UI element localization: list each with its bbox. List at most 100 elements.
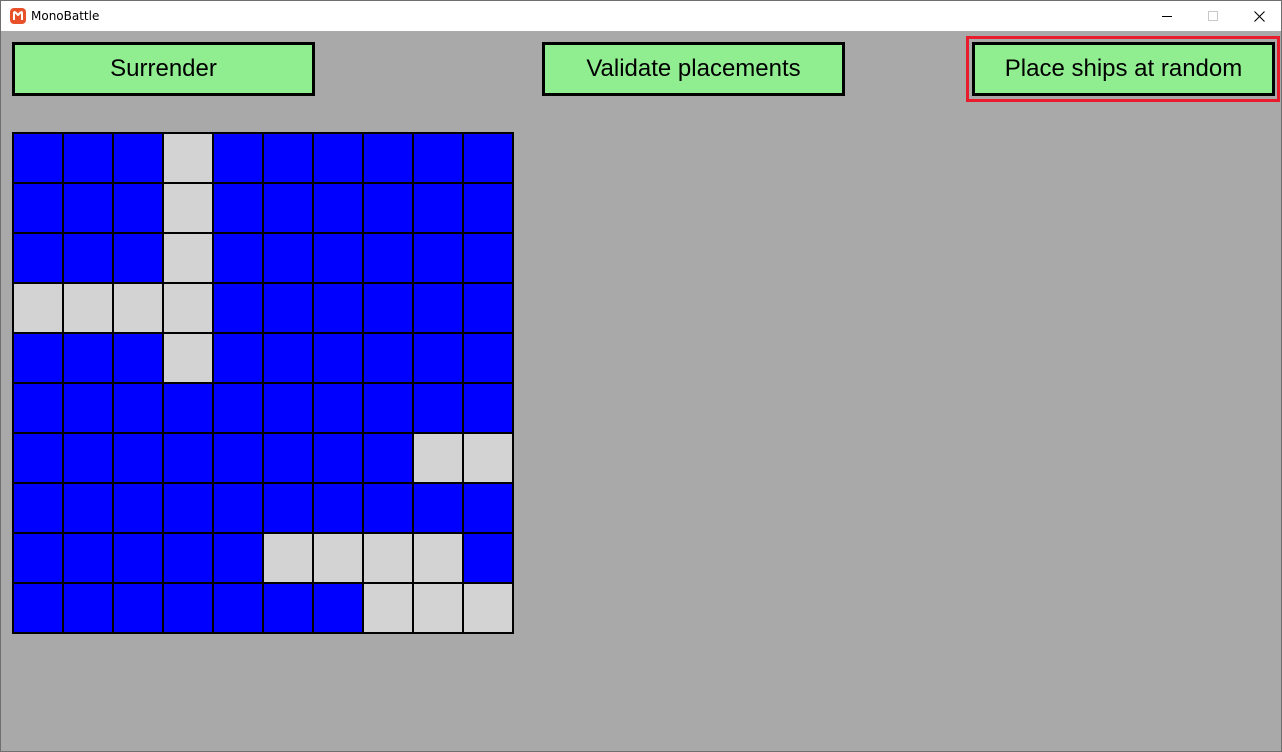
validate-placements-button[interactable]: Validate placements bbox=[542, 42, 845, 96]
water-cell[interactable] bbox=[464, 484, 512, 532]
ship-cell[interactable] bbox=[114, 284, 162, 332]
maximize-button[interactable] bbox=[1190, 1, 1236, 31]
ship-cell[interactable] bbox=[464, 584, 512, 632]
water-cell[interactable] bbox=[114, 434, 162, 482]
water-cell[interactable] bbox=[464, 384, 512, 432]
water-cell[interactable] bbox=[14, 134, 62, 182]
water-cell[interactable] bbox=[314, 134, 362, 182]
water-cell[interactable] bbox=[264, 184, 312, 232]
water-cell[interactable] bbox=[264, 134, 312, 182]
water-cell[interactable] bbox=[114, 534, 162, 582]
water-cell[interactable] bbox=[464, 184, 512, 232]
water-cell[interactable] bbox=[364, 234, 412, 282]
water-cell[interactable] bbox=[164, 534, 212, 582]
water-cell[interactable] bbox=[114, 234, 162, 282]
water-cell[interactable] bbox=[314, 234, 362, 282]
ship-cell[interactable] bbox=[164, 334, 212, 382]
ship-cell[interactable] bbox=[164, 284, 212, 332]
water-cell[interactable] bbox=[14, 334, 62, 382]
ship-cell[interactable] bbox=[414, 434, 462, 482]
place-ships-random-button[interactable]: Place ships at random bbox=[972, 42, 1275, 96]
water-cell[interactable] bbox=[14, 484, 62, 532]
ship-cell[interactable] bbox=[464, 434, 512, 482]
water-cell[interactable] bbox=[214, 184, 262, 232]
water-cell[interactable] bbox=[364, 484, 412, 532]
water-cell[interactable] bbox=[214, 584, 262, 632]
water-cell[interactable] bbox=[214, 534, 262, 582]
water-cell[interactable] bbox=[64, 184, 112, 232]
water-cell[interactable] bbox=[164, 484, 212, 532]
water-cell[interactable] bbox=[114, 134, 162, 182]
water-cell[interactable] bbox=[214, 384, 262, 432]
water-cell[interactable] bbox=[214, 234, 262, 282]
water-cell[interactable] bbox=[164, 434, 212, 482]
water-cell[interactable] bbox=[364, 184, 412, 232]
water-cell[interactable] bbox=[114, 584, 162, 632]
water-cell[interactable] bbox=[264, 234, 312, 282]
ship-cell[interactable] bbox=[314, 534, 362, 582]
water-cell[interactable] bbox=[214, 284, 262, 332]
water-cell[interactable] bbox=[14, 434, 62, 482]
water-cell[interactable] bbox=[364, 134, 412, 182]
water-cell[interactable] bbox=[464, 134, 512, 182]
water-cell[interactable] bbox=[114, 334, 162, 382]
water-cell[interactable] bbox=[14, 234, 62, 282]
water-cell[interactable] bbox=[214, 434, 262, 482]
water-cell[interactable] bbox=[314, 434, 362, 482]
water-cell[interactable] bbox=[164, 384, 212, 432]
water-cell[interactable] bbox=[64, 434, 112, 482]
water-cell[interactable] bbox=[314, 584, 362, 632]
water-cell[interactable] bbox=[264, 484, 312, 532]
water-cell[interactable] bbox=[264, 434, 312, 482]
water-cell[interactable] bbox=[314, 484, 362, 532]
water-cell[interactable] bbox=[14, 384, 62, 432]
water-cell[interactable] bbox=[414, 184, 462, 232]
ship-cell[interactable] bbox=[164, 134, 212, 182]
water-cell[interactable] bbox=[64, 134, 112, 182]
water-cell[interactable] bbox=[64, 534, 112, 582]
water-cell[interactable] bbox=[414, 134, 462, 182]
water-cell[interactable] bbox=[14, 534, 62, 582]
player-board-grid[interactable] bbox=[12, 132, 514, 634]
ship-cell[interactable] bbox=[164, 234, 212, 282]
water-cell[interactable] bbox=[264, 384, 312, 432]
water-cell[interactable] bbox=[64, 584, 112, 632]
water-cell[interactable] bbox=[264, 334, 312, 382]
water-cell[interactable] bbox=[14, 184, 62, 232]
water-cell[interactable] bbox=[314, 284, 362, 332]
water-cell[interactable] bbox=[364, 284, 412, 332]
ship-cell[interactable] bbox=[364, 534, 412, 582]
water-cell[interactable] bbox=[464, 334, 512, 382]
water-cell[interactable] bbox=[464, 234, 512, 282]
water-cell[interactable] bbox=[414, 284, 462, 332]
water-cell[interactable] bbox=[364, 334, 412, 382]
ship-cell[interactable] bbox=[414, 534, 462, 582]
water-cell[interactable] bbox=[414, 334, 462, 382]
water-cell[interactable] bbox=[264, 584, 312, 632]
water-cell[interactable] bbox=[214, 334, 262, 382]
ship-cell[interactable] bbox=[14, 284, 62, 332]
water-cell[interactable] bbox=[214, 484, 262, 532]
water-cell[interactable] bbox=[164, 584, 212, 632]
water-cell[interactable] bbox=[314, 184, 362, 232]
water-cell[interactable] bbox=[414, 234, 462, 282]
water-cell[interactable] bbox=[64, 384, 112, 432]
ship-cell[interactable] bbox=[264, 534, 312, 582]
title-bar[interactable]: MonoBattle bbox=[1, 1, 1281, 31]
surrender-button[interactable]: Surrender bbox=[12, 42, 315, 96]
ship-cell[interactable] bbox=[364, 584, 412, 632]
water-cell[interactable] bbox=[114, 484, 162, 532]
water-cell[interactable] bbox=[264, 284, 312, 332]
water-cell[interactable] bbox=[414, 484, 462, 532]
water-cell[interactable] bbox=[364, 384, 412, 432]
water-cell[interactable] bbox=[114, 384, 162, 432]
water-cell[interactable] bbox=[64, 234, 112, 282]
water-cell[interactable] bbox=[114, 184, 162, 232]
water-cell[interactable] bbox=[14, 584, 62, 632]
water-cell[interactable] bbox=[214, 134, 262, 182]
ship-cell[interactable] bbox=[414, 584, 462, 632]
water-cell[interactable] bbox=[64, 334, 112, 382]
water-cell[interactable] bbox=[464, 284, 512, 332]
water-cell[interactable] bbox=[314, 334, 362, 382]
ship-cell[interactable] bbox=[64, 284, 112, 332]
